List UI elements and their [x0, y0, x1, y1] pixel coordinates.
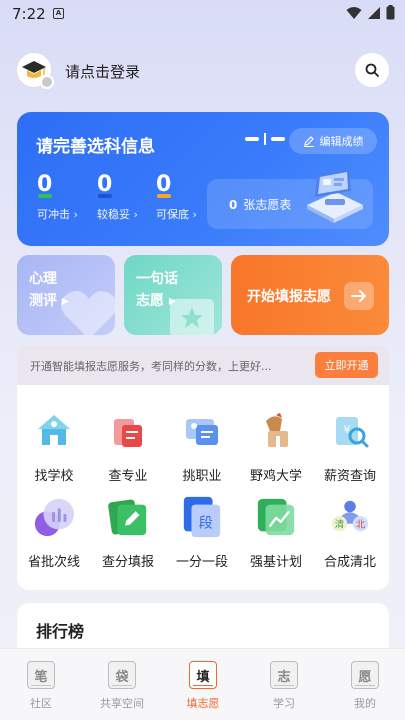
- promo-text: 开通智能填报志愿服务，考同样的分数，上更好...: [30, 360, 272, 373]
- shared-space-icon: 袋: [108, 661, 136, 689]
- stat-safe-value: 0: [97, 172, 113, 197]
- grid-item-batch-line[interactable]: 省批次线: [17, 495, 91, 570]
- fake-university-icon: [266, 413, 288, 447]
- subject-info-card[interactable]: 请完善选科信息 编辑成绩 0 可冲击 › 0 较稳妥 › 0 可保底 › 0 张志…: [17, 112, 389, 246]
- nav-fill-wish[interactable]: 填 填志愿: [168, 661, 238, 711]
- edit-score-button[interactable]: 编辑成绩: [289, 128, 377, 154]
- nav-study[interactable]: 志 学习: [249, 661, 319, 711]
- nav-label: 填志愿: [186, 697, 220, 710]
- grid-item-fake-university[interactable]: 野鸡大学: [239, 409, 313, 484]
- start-filling-arrow-button[interactable]: [344, 282, 374, 310]
- start-filling-label: 开始填报志愿: [247, 289, 331, 305]
- grid-item-segment[interactable]: 段 一分一段: [165, 495, 239, 570]
- stat-fallback-value: 0: [156, 172, 172, 197]
- pencil-icon: [303, 136, 314, 147]
- nav-label: 学习: [273, 697, 295, 710]
- stat-fallback-label: 可保底 ›: [156, 208, 197, 221]
- psych-test-card[interactable]: 心理 测评 ▸: [17, 255, 115, 335]
- login-prompt[interactable]: 请点击登录: [65, 61, 140, 82]
- wish-count: 0: [229, 198, 238, 212]
- nav-label: 共享空间: [100, 697, 144, 710]
- wish-table-text: 0 张志愿表: [229, 196, 291, 213]
- study-icon: 志: [270, 661, 298, 689]
- subject-info-title: 请完善选科信息: [36, 137, 155, 157]
- grid-item-label: 野鸡大学: [249, 469, 302, 484]
- wifi-icon: [346, 6, 362, 19]
- feature-grid: 找学校 查专业 挑职业 野鸡大学 ¥ 薪资查询 省批次线 查分填报 段 一分一段…: [17, 385, 389, 590]
- batch-line-icon: [34, 498, 75, 537]
- grid-item-strong-base[interactable]: 强基计划: [239, 495, 313, 570]
- edit-score-label: 编辑成绩: [319, 135, 364, 148]
- status-time: 7:22: [12, 5, 46, 23]
- star-card-icon: [170, 299, 214, 335]
- search-button[interactable]: [355, 53, 389, 87]
- strong-base-icon: [257, 498, 295, 536]
- stat-rush-value: 0: [37, 172, 53, 197]
- salary-icon: ¥: [336, 417, 369, 448]
- signal-icon: [368, 6, 380, 19]
- grid-item-school[interactable]: 找学校: [17, 409, 91, 484]
- score-icon: [108, 499, 147, 536]
- grid-item-score[interactable]: 查分填报: [91, 495, 165, 570]
- wish-table-box[interactable]: 0 张志愿表: [207, 169, 373, 229]
- grid-item-qingbei[interactable]: 清北 合成清北: [313, 495, 387, 570]
- major-icon: [114, 419, 142, 447]
- svg-text:段: 段: [199, 515, 213, 532]
- stat-fallback[interactable]: 0 可保底 ›: [156, 172, 208, 222]
- community-icon: 笔: [27, 661, 55, 689]
- svg-text:清: 清: [335, 519, 345, 531]
- grid-item-label: 一分一段: [175, 555, 228, 570]
- grid-item-label: 薪资查询: [323, 469, 376, 484]
- nav-shared-space[interactable]: 袋 共享空间: [87, 661, 157, 711]
- battery-icon: [386, 5, 395, 20]
- status-bar: 7:22 A: [0, 0, 405, 28]
- svg-text:北: 北: [356, 520, 366, 531]
- wish-label: 张志愿表: [243, 198, 292, 212]
- nav-mine[interactable]: 愿 我的: [330, 661, 400, 711]
- heart-icon: [60, 291, 115, 335]
- grid-item-salary[interactable]: ¥ 薪资查询: [313, 409, 387, 484]
- stat-safe-label: 较稳妥 ›: [97, 208, 138, 221]
- career-icon: [186, 419, 218, 445]
- segment-icon: 段: [183, 496, 221, 538]
- search-icon: [365, 63, 379, 77]
- grid-item-label: 查分填报: [101, 555, 154, 570]
- avatar-badge-icon: [40, 75, 54, 89]
- arrow-right-icon: [351, 290, 366, 302]
- promo-banner: 开通智能填报志愿服务，考同样的分数，上更好... 立即开通: [17, 345, 389, 385]
- start-filling-card[interactable]: 开始填报志愿: [231, 255, 389, 335]
- one-line-wish-line1: 一句话: [136, 271, 178, 287]
- nav-label: 我的: [354, 697, 376, 710]
- grid-item-label: 挑职业: [182, 469, 222, 484]
- mine-icon: 愿: [351, 661, 379, 689]
- bottom-navigation: 笔 社区 袋 共享空间 填 填志愿 志 学习 愿 我的: [0, 648, 405, 720]
- tablet-illustration-icon: [307, 169, 363, 223]
- grid-item-label: 查专业: [108, 469, 148, 484]
- grid-item-label: 合成清北: [323, 555, 376, 570]
- stat-rush[interactable]: 0 可冲击 ›: [37, 172, 89, 222]
- stat-safe[interactable]: 0 较稳妥 ›: [97, 172, 149, 222]
- grid-item-career[interactable]: 挑职业: [165, 409, 239, 484]
- open-now-button[interactable]: 立即开通: [315, 352, 378, 378]
- grid-item-major[interactable]: 查专业: [91, 409, 165, 484]
- school-icon: [38, 415, 70, 445]
- notification-icon: A: [53, 8, 64, 19]
- qingbei-icon: 清北: [331, 500, 369, 532]
- ranking-title: 排行榜: [36, 622, 85, 641]
- grid-item-label: 强基计划: [249, 555, 302, 570]
- mode-switch-icon[interactable]: [245, 133, 285, 145]
- stat-rush-label: 可冲击 ›: [37, 208, 78, 221]
- grid-item-label: 找学校: [34, 469, 74, 484]
- fill-wish-icon: 填: [189, 661, 217, 689]
- grid-item-label: 省批次线: [27, 555, 80, 570]
- psych-test-line1: 心理: [29, 271, 57, 287]
- avatar[interactable]: [16, 52, 54, 89]
- header: 请点击登录: [16, 52, 389, 90]
- nav-community[interactable]: 笔 社区: [6, 661, 76, 711]
- nav-label: 社区: [30, 697, 52, 710]
- status-icons: [346, 5, 395, 20]
- one-line-wish-card[interactable]: 一句话 志愿 ▸: [124, 255, 222, 335]
